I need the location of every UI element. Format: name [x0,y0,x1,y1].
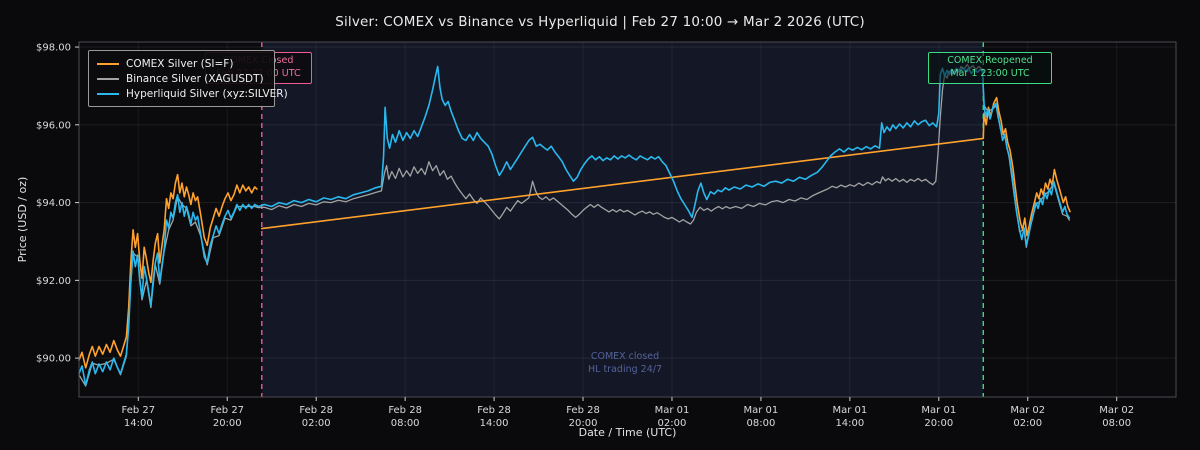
chart-figure: $90.00 $92.00 $94.00 $96.00 $98.00 Feb 27 14:0… [0,0,1200,450]
x-tick-date: Feb 27 [210,405,244,416]
legend: COMEX Silver (SI=F) Binance Silver (XAGUS… [88,50,288,107]
legend-entry-binance: Binance Silver (XAGUSDT) [97,72,266,86]
x-tick-time: 02:00 [1013,418,1042,429]
x-tick-time: 20:00 [213,418,242,429]
x-tick-date: Feb 28 [477,405,511,416]
comex-closed-note: COMEX closed HL trading 24/7 [545,351,705,377]
legend-line-swatch [97,78,119,80]
comex-closed-shade-region [261,42,984,397]
y-axis-label: Price (USD / oz) [16,177,29,263]
y-tick-label: $92.00 [36,276,71,287]
legend-label: Hyperliquid Silver (xyz:SILVER) [126,88,288,100]
x-tick-date: Feb 28 [566,405,600,416]
x-tick-date: Feb 28 [299,405,333,416]
y-tick-label: $94.00 [36,198,71,209]
legend-label: COMEX Silver (SI=F) [126,58,234,70]
x-tick-time: 08:00 [747,418,776,429]
x-tick-time: 20:00 [924,418,953,429]
x-tick-date: Mar 01 [921,405,956,416]
legend-line-swatch [97,63,119,65]
x-tick-time: 14:00 [480,418,509,429]
x-tick-date: Mar 01 [744,405,779,416]
note-line2: HL trading 24/7 [588,363,662,375]
x-tick-date: Mar 02 [1099,405,1134,416]
x-tick-time: 08:00 [391,418,420,429]
x-tick-time: 14:00 [124,418,153,429]
comex-reopened-annotation: COMEX Reopened Mar 1 23:00 UTC [928,52,1052,84]
x-tick-date: Mar 01 [655,405,690,416]
x-tick-time: 08:00 [1102,418,1131,429]
x-tick-time: 14:00 [835,418,864,429]
x-tick-time: 02:00 [302,418,331,429]
legend-line-swatch [97,93,119,95]
x-tick-date: Feb 28 [388,405,422,416]
x-tick-date: Feb 27 [121,405,155,416]
x-tick-date: Mar 02 [1010,405,1045,416]
comex-reopened-line2: Mar 1 23:00 UTC [950,67,1030,79]
legend-entry-hyperliquid: Hyperliquid Silver (xyz:SILVER) [97,87,288,101]
comex-reopened-line1: COMEX Reopened [947,55,1033,66]
y-tick-label: $98.00 [36,43,71,54]
legend-label: Binance Silver (XAGUSDT) [126,73,264,85]
x-axis-label: Date / Time (UTC) [579,426,677,439]
x-tick-date: Mar 01 [832,405,867,416]
y-tick-label: $96.00 [36,120,71,131]
note-line1: COMEX closed [590,351,660,362]
y-tick-label: $90.00 [36,354,71,365]
chart-title: Silver: COMEX vs Binance vs Hyperliquid … [335,14,865,30]
legend-entry-comex: COMEX Silver (SI=F) [97,57,266,71]
